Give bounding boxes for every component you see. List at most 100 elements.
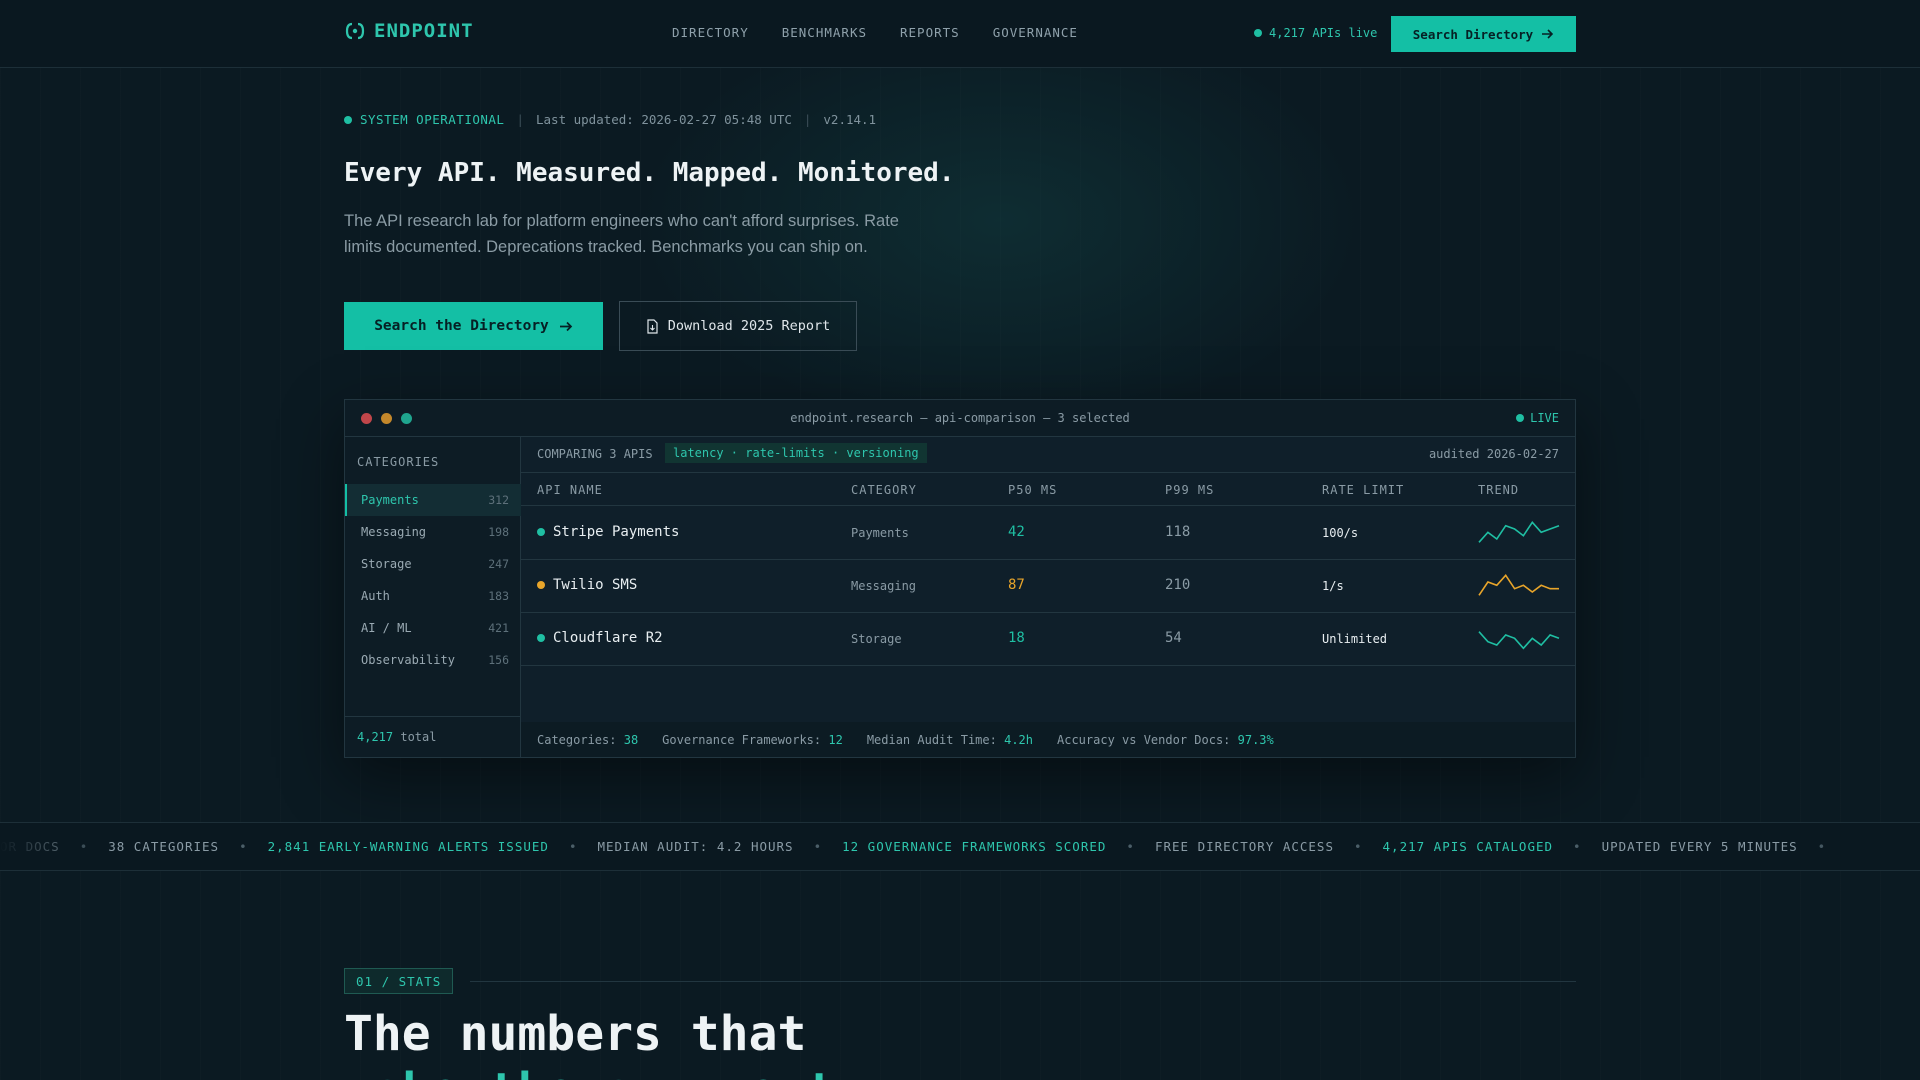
api-category: Storage: [851, 632, 902, 646]
sidebar-item-label: Payments: [361, 493, 419, 507]
column-header-category[interactable]: CATEGORY: [851, 483, 917, 497]
download-report-label: Download 2025 Report: [667, 318, 831, 334]
hero-subtitle: The API research lab for platform engine…: [344, 212, 899, 256]
arrow-right-icon: [559, 321, 572, 331]
version-label: v2.14.1: [823, 112, 877, 127]
api-comparison-window: endpoint.research — api-comparison — 3 s…: [344, 399, 1576, 758]
column-header-api-name[interactable]: API NAME: [537, 483, 603, 497]
ticker-separator: •: [1126, 839, 1135, 854]
sidebar-item-storage[interactable]: Storage 247: [345, 548, 521, 580]
sidebar-item-label: Storage: [361, 557, 412, 571]
api-name-cell: Twilio SMS: [537, 577, 637, 593]
api-name-cell: Stripe Payments: [537, 524, 679, 540]
window-title-bar: endpoint.research — api-comparison — 3 s…: [345, 400, 1575, 437]
api-category: Messaging: [851, 579, 917, 593]
categories-sidebar: CATEGORIES Payments 312 Messaging 198 Storag…: [345, 437, 521, 757]
ticker-item: 12 GOVERNANCE FRAMEWORKS SCORED: [842, 839, 1107, 854]
summary-stat: Median Audit Time: 4.2h: [866, 733, 1033, 747]
p99-value: 118: [1165, 524, 1191, 540]
section-title-accent: make the argument: [344, 1062, 835, 1080]
search-the-directory-button[interactable]: Search the Directory: [344, 302, 603, 350]
stat-label: Governance Frameworks:: [662, 733, 822, 747]
api-name: Cloudflare R2: [553, 630, 663, 646]
search-directory-button[interactable]: Search Directory: [1391, 16, 1576, 52]
ticker-separator: •: [813, 839, 823, 854]
live-indicator: LIVE: [1516, 411, 1559, 425]
nav-links: DIRECTORY BENCHMARKS REPORTS GOVERNANCE: [672, 25, 1078, 40]
status-dot-icon: [344, 115, 352, 124]
brand-logo[interactable]: ENDPOINT: [344, 20, 474, 42]
comparison-panel: COMPARING 3 APIS latency · rate-limits ·…: [521, 437, 1575, 757]
stat-value: 12: [828, 733, 843, 747]
sidebar-item-auth[interactable]: Auth 183: [345, 580, 521, 612]
sidebar-item-label: Auth: [361, 589, 390, 603]
search-directory-label: Search Directory: [1412, 26, 1534, 42]
categories-heading: CATEGORIES: [357, 455, 440, 469]
p99-value: 54: [1165, 630, 1182, 646]
summary-stat: Categories: 38: [537, 733, 639, 747]
ticker-separator: •: [1573, 839, 1582, 854]
p50-value: 18: [1008, 630, 1025, 646]
status-separator: |: [803, 112, 812, 127]
api-name-cell: Cloudflare R2: [537, 630, 663, 646]
download-report-button[interactable]: Download 2025 Report: [619, 301, 857, 351]
p99-value: 210: [1165, 577, 1191, 593]
trend-sparkline: [1478, 631, 1560, 650]
table-row[interactable]: Twilio SMS Messaging 87 210 1/s: [521, 560, 1575, 613]
status-text: SYSTEM OPERATIONAL: [360, 112, 505, 127]
ticker-item: 38 CATEGORIES: [108, 839, 220, 854]
stats-ticker: OR DOCS•38 CATEGORIES•2,841 EARLY-WARNIN…: [0, 822, 1920, 871]
sidebar-item-label: Observability: [361, 653, 455, 667]
categories-total: 4,217 total: [345, 716, 521, 757]
document-icon: [647, 318, 658, 334]
sidebar-item-messaging[interactable]: Messaging 198: [345, 516, 521, 548]
system-status-line: SYSTEM OPERATIONAL | Last updated: 2026-…: [344, 112, 876, 127]
stat-label: Accuracy vs Vendor Docs:: [1057, 733, 1231, 747]
total-value: 4,217: [357, 730, 394, 744]
status-separator: |: [516, 112, 524, 127]
nav-link-benchmarks[interactable]: BENCHMARKS: [782, 25, 867, 40]
comparison-tags: latency · rate-limits · versioning: [665, 443, 927, 463]
bracket-logo-icon: [345, 22, 365, 40]
search-the-directory-label: Search the Directory: [374, 318, 549, 334]
ticker-item: MEDIAN AUDIT: 4.2 HOURS: [597, 839, 794, 854]
column-header-p50[interactable]: P50 MS: [1008, 483, 1057, 497]
rate-limit-value: 100/s: [1322, 526, 1359, 540]
trend-sparkline: [1478, 573, 1559, 596]
rate-limit-value: Unlimited: [1322, 632, 1388, 646]
nav-link-governance[interactable]: GOVERNANCE: [993, 25, 1078, 40]
trend-sparkline: [1478, 520, 1560, 543]
table-row[interactable]: Cloudflare R2 Storage 18 54 Unlimited: [521, 613, 1575, 666]
ticker-track: OR DOCS•38 CATEGORIES•2,841 EARLY-WARNIN…: [0, 839, 1846, 854]
sidebar-item-count: 247: [488, 557, 509, 571]
sidebar-item-payments[interactable]: Payments 312: [345, 484, 521, 516]
sidebar-item-ai-ml[interactable]: AI / ML 421: [345, 612, 521, 644]
sidebar-item-count: 183: [488, 589, 509, 603]
live-label: LIVE: [1530, 411, 1559, 425]
sidebar-item-count: 198: [488, 525, 509, 539]
ticker-separator: •: [568, 839, 578, 854]
live-dot-icon: [1254, 29, 1262, 37]
sidebar-item-observability[interactable]: Observability 156: [345, 644, 521, 676]
nav-link-directory[interactable]: DIRECTORY: [672, 25, 749, 40]
column-header-rate-limit[interactable]: RATE LIMIT: [1322, 483, 1404, 497]
trend-line: [1478, 631, 1560, 650]
status-badge: SYSTEM OPERATIONAL: [344, 112, 504, 127]
column-header-trend[interactable]: TREND: [1478, 483, 1519, 497]
nav-link-reports[interactable]: REPORTS: [900, 25, 960, 40]
stat-value: 38: [623, 733, 639, 747]
api-name: Twilio SMS: [553, 577, 638, 593]
last-updated: Last updated: 2026-02-27 05:48 UTC: [536, 112, 792, 127]
ticker-fade-right: [1810, 823, 1920, 870]
section-title: The numbers that: [344, 1006, 807, 1062]
column-header-p99[interactable]: P99 MS: [1165, 483, 1214, 497]
table-header: API NAME CATEGORY P50 MS P99 MS RATE LIM…: [521, 473, 1575, 506]
stat-label: Median Audit Time:: [866, 733, 997, 747]
sidebar-item-label: AI / ML: [361, 621, 412, 635]
summary-stats-bar: Categories: 38 Governance Frameworks: 12 M…: [521, 722, 1575, 757]
sidebar-item-count: 312: [488, 493, 509, 507]
arrow-right-icon: [1542, 29, 1554, 39]
sidebar-item-label: Messaging: [361, 525, 427, 539]
table-row[interactable]: Stripe Payments Payments 42 118 100/s: [521, 507, 1575, 560]
api-category: Payments: [851, 526, 909, 540]
